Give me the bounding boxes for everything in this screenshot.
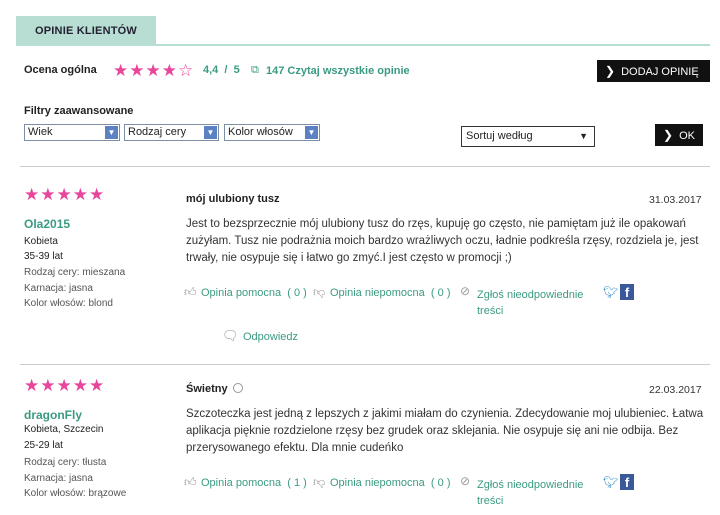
skin-type-select[interactable]: Rodzaj cery ▼ — [124, 124, 219, 141]
filter-ok-button[interactable]: ❯ OK — [655, 124, 703, 146]
review-date: 22.03.2017 — [649, 384, 702, 396]
review-text: Szczoteczka jest jedną z lepszych z jaki… — [186, 408, 704, 454]
review-title: mój ulubiony tusz — [186, 193, 280, 205]
review-date: 31.03.2017 — [649, 194, 702, 206]
add-review-button[interactable]: ❯ DODAJ OPINIĘ — [597, 60, 710, 82]
advanced-filters-label: Filtry zaawansowane — [24, 105, 134, 117]
reply-button[interactable]: Odpowiedz — [243, 331, 298, 343]
window-link-icon: ⧉ — [251, 64, 259, 76]
dropdown-arrow-icon: ▼ — [305, 126, 318, 139]
report-button[interactable]: Zgłoś nieodpowiednie treści — [477, 477, 583, 509]
review-username[interactable]: Ola2015 — [24, 217, 70, 231]
review-stars: ★★★★★ — [24, 376, 106, 395]
review-title: Świetny — [186, 383, 243, 395]
hair-color-select[interactable]: Kolor włosów ▼ — [224, 124, 320, 141]
overall-rating-stars: ★★★★☆ — [113, 61, 195, 80]
thumbs-up-icon: 👍︎ — [184, 475, 197, 489]
speech-bubble-icon: 🗨︎ — [222, 328, 239, 343]
age-select[interactable]: Wiek ▼ — [24, 124, 120, 141]
dropdown-arrow-icon: ▼ — [579, 131, 588, 141]
review-complexion: Karnacja: jasna — [24, 473, 93, 484]
review-skin-type: Rodzaj cery: mieszana — [24, 267, 126, 278]
overall-rating-value: 4,4 / 5 — [203, 64, 240, 76]
twitter-icon[interactable]: 🐦︎ — [603, 285, 618, 299]
dropdown-arrow-icon: ▼ — [105, 126, 118, 139]
dropdown-arrow-icon: ▼ — [204, 126, 217, 139]
review-skin-type: Rodzaj cery: tłusta — [24, 457, 107, 468]
info-icon[interactable] — [232, 383, 243, 393]
helpful-button[interactable]: Opinia pomocna ( 0 ) — [201, 287, 307, 299]
review-gender-city: Kobieta, Szczecin — [24, 424, 104, 435]
report-icon: ⊘ — [460, 284, 471, 298]
unhelpful-button[interactable]: Opinia niepomocna ( 0 ) — [330, 287, 450, 299]
review-stars: ★★★★★ — [24, 185, 106, 204]
review-hair-color: Kolor włosów: blond — [24, 298, 113, 309]
overall-rating-label: Ocena ogólna — [24, 64, 97, 76]
review-text: Jest to bezsprzecznie mój ulubiony tusz … — [186, 218, 699, 264]
review-age: 35-39 lat — [24, 251, 63, 262]
thumbs-up-icon: 👍︎ — [184, 285, 197, 299]
divider — [20, 166, 710, 167]
helpful-button[interactable]: Opinia pomocna ( 1 ) — [201, 477, 307, 489]
review-gender: Kobieta — [24, 236, 58, 247]
report-icon: ⊘ — [460, 474, 471, 488]
read-all-reviews-link[interactable]: 147 Czytaj wszystkie opinie — [266, 65, 410, 77]
review-username[interactable]: dragonFly — [24, 408, 82, 422]
review-complexion: Karnacja: jasna — [24, 283, 93, 294]
review-age: 25-29 lat — [24, 440, 63, 451]
chevron-right-icon: ❯ — [605, 64, 616, 78]
thumbs-down-icon: 👎︎ — [313, 285, 326, 299]
tab-opinie-klientow[interactable]: OPINIE KLIENTÓW — [16, 16, 156, 44]
sort-select[interactable]: Sortuj według ▼ — [461, 126, 595, 147]
unhelpful-button[interactable]: Opinia niepomocna ( 0 ) — [330, 477, 450, 489]
facebook-icon[interactable]: f — [620, 474, 634, 490]
twitter-icon[interactable]: 🐦︎ — [603, 475, 618, 489]
facebook-icon[interactable]: f — [620, 284, 634, 300]
thumbs-down-icon: 👎︎ — [313, 475, 326, 489]
chevron-right-icon: ❯ — [663, 128, 674, 142]
report-button[interactable]: Zgłoś nieodpowiednie treści — [477, 287, 583, 319]
review-hair-color: Kolor włosów: brązowe — [24, 488, 127, 499]
divider — [20, 364, 710, 365]
